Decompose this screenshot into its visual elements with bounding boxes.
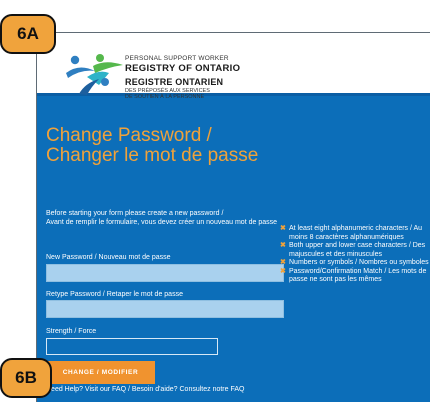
retype-password-label: Retype Password / Retaper le mot de pass…	[46, 291, 183, 298]
org-name-fr: REGISTRE ONTARIEN	[125, 77, 224, 87]
registry-logo-icon	[66, 54, 123, 95]
org-name: PERSONAL SUPPORT WORKER REGISTRY OF ONTA…	[125, 55, 241, 101]
cross-icon: ✖	[280, 225, 286, 232]
step-badge-6b: 6B	[0, 358, 52, 398]
change-password-button[interactable]: CHANGE / MODIFIER	[46, 361, 155, 384]
org-name-en: REGISTRY OF ONTARIO	[125, 62, 241, 74]
requirement-item: ✖ Numbers or symbols / Nombres ou symbole…	[280, 259, 429, 266]
new-password-input[interactable]	[46, 264, 284, 282]
page-title: Change Password / Changer le mot de pass…	[46, 125, 259, 166]
org-name-en-small: PERSONAL SUPPORT WORKER	[125, 55, 229, 62]
cross-icon: ✖	[280, 259, 286, 266]
cross-icon: ✖	[280, 242, 286, 249]
help-link[interactable]: Need Help? Visit our FAQ / Besoin d'aide…	[46, 386, 296, 394]
intro-text: Before starting your form please create …	[46, 209, 282, 227]
requirement-item: ✖ Password/Confirmation Match / Les mots …	[280, 267, 427, 284]
strength-label: Strength / Force	[46, 328, 97, 335]
intro-text-en: Before starting your form please create …	[46, 210, 224, 217]
cross-icon: ✖	[280, 267, 286, 275]
strength-meter	[46, 338, 218, 355]
intro-text-fr: Avant de remplir le formulaire, vous dev…	[46, 219, 277, 226]
site-header: PERSONAL SUPPORT WORKER REGISTRY OF ONTA…	[37, 33, 430, 100]
requirement-item: ✖ At least eight alphanumeric characters …	[280, 225, 423, 241]
new-password-label: New Password / Nouveau mot de passe	[46, 254, 171, 261]
org-name-fr-small: DES PRÉPOSÉS AUX SERVICES DE SOUTIEN À L…	[125, 88, 210, 101]
step-badge-6a: 6A	[0, 14, 56, 54]
password-requirements: ✖ At least eight alphanumeric characters …	[280, 225, 430, 285]
retype-password-input[interactable]	[46, 300, 284, 318]
requirement-item: ✖ Both upper and lower case characters / …	[280, 242, 426, 258]
